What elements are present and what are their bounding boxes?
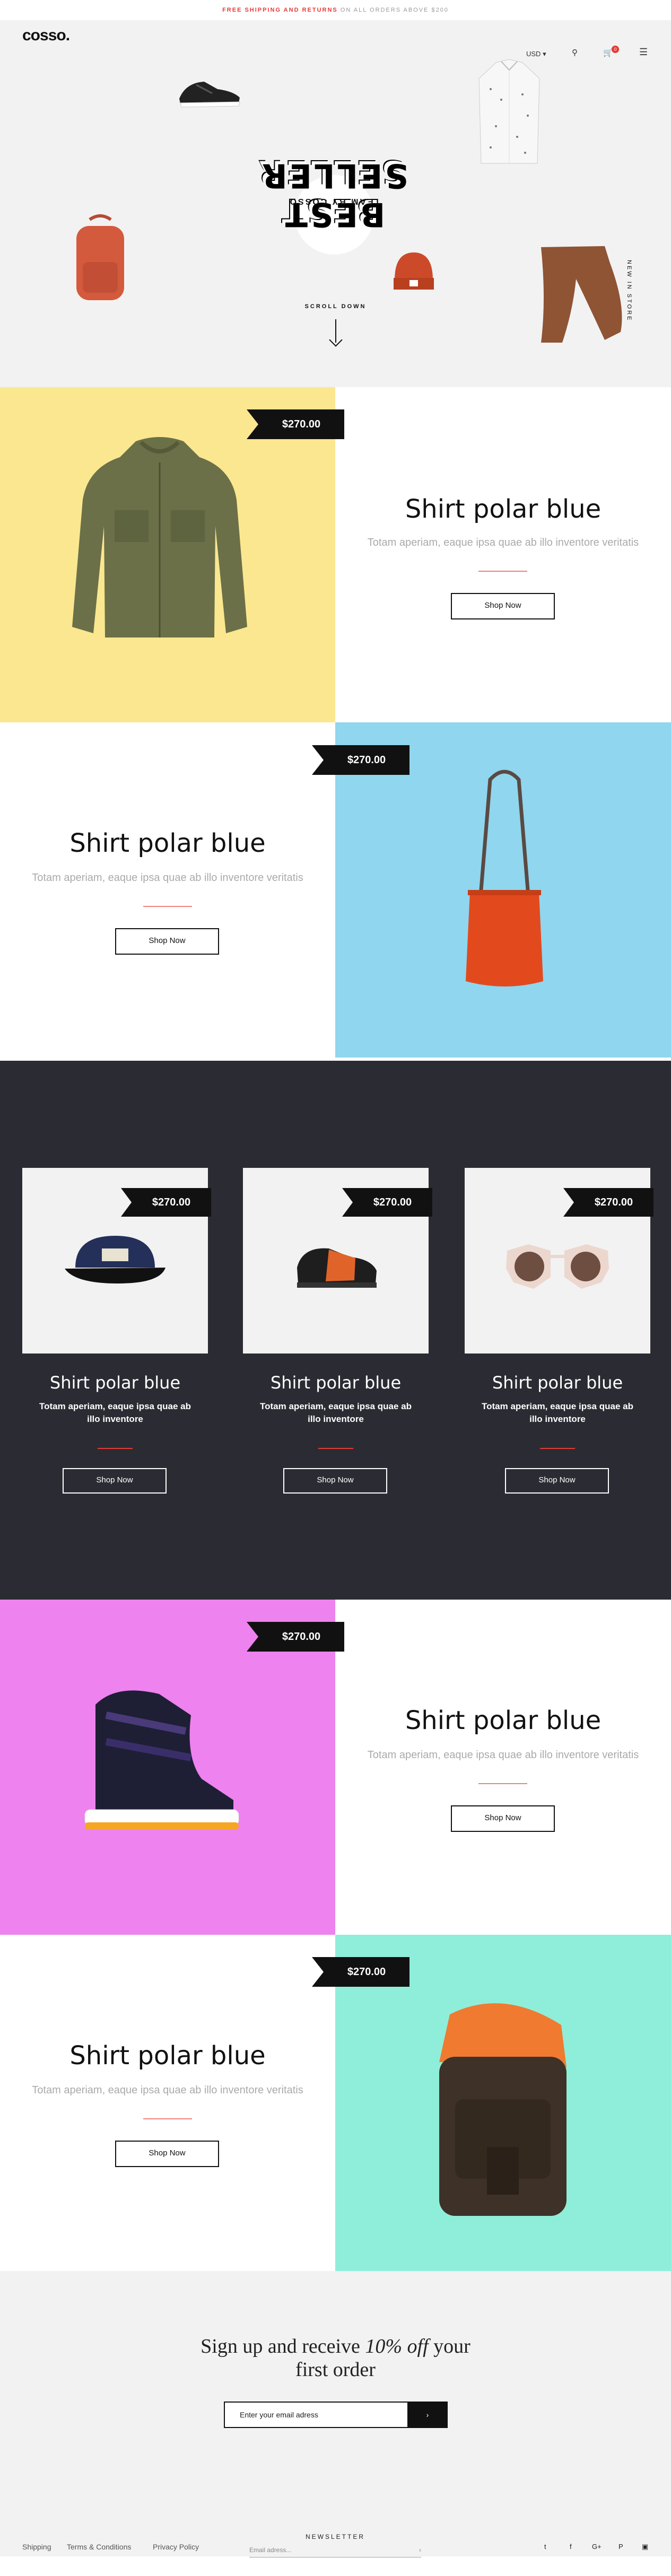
- jacket-image: [72, 437, 247, 638]
- divider: [98, 1448, 133, 1449]
- bucket-bag-image: [466, 770, 543, 986]
- divider: [318, 1448, 353, 1449]
- product-title: Shirt polar blue: [405, 494, 602, 524]
- hero-title: BEST SELLER: [259, 156, 409, 234]
- twitter-icon[interactable]: t: [544, 2543, 546, 2551]
- shirt-image[interactable]: [475, 57, 544, 169]
- product-title: Shirt polar blue: [69, 2041, 266, 2071]
- newsletter-title-part: Sign up and receive: [201, 2335, 365, 2357]
- product-title: Shirt polar blue: [69, 828, 266, 858]
- subscribe-button[interactable]: ›: [407, 2402, 448, 2428]
- shop-now-button[interactable]: Shop Now: [505, 1468, 609, 1494]
- newsletter-title: Sign up and receive 10% off your: [0, 2335, 671, 2358]
- shoe-image: [297, 1248, 377, 1288]
- product-card-3-description: Totam aperiam, eaque ipsa quae ab illo i…: [482, 1401, 633, 1424]
- hero-subtitle: TEAM BY COSSO: [288, 197, 380, 206]
- price-tag: $270.00: [312, 1957, 409, 1987]
- product-description: Totam aperiam, eaque ipsa quae ab illo i…: [367, 1749, 639, 1761]
- announcement-highlight: FREE SHIPPING AND RETURNS: [222, 7, 338, 13]
- product-panel-3-info: Shirt polar blue Totam aperiam, eaque ip…: [335, 1600, 671, 1935]
- price-tag: $270.00: [312, 745, 409, 775]
- product-card-1-title: Shirt polar blue: [49, 1373, 181, 1393]
- product-title: Shirt polar blue: [405, 1706, 602, 1735]
- orange-backpack-image[interactable]: [71, 214, 129, 304]
- divider: [540, 1448, 575, 1449]
- product-description: Totam aperiam, eaque ipsa quae ab illo i…: [367, 537, 639, 548]
- pants-image[interactable]: [525, 242, 631, 348]
- footer-link-terms[interactable]: Terms & Conditions: [67, 2543, 131, 2551]
- price-tag: $270.00: [342, 1188, 432, 1217]
- product-panel-2-info: Shirt polar blue Totam aperiam, eaque ip…: [0, 722, 335, 1058]
- price-tag: $270.00: [247, 409, 344, 439]
- logo[interactable]: cosso.: [22, 27, 70, 45]
- googleplus-icon[interactable]: G+: [592, 2543, 602, 2551]
- product-card-1-description: Totam aperiam, eaque ipsa quae ab illo i…: [39, 1401, 191, 1424]
- backpack-image: [439, 2003, 567, 2216]
- email-input[interactable]: Enter your email adress: [224, 2402, 408, 2428]
- divider: [478, 571, 527, 572]
- footer-newsletter-label: NEWSLETTER: [305, 2533, 365, 2540]
- facebook-icon[interactable]: f: [570, 2543, 572, 2551]
- divider: [143, 906, 192, 907]
- product-panel-1-info: Shirt polar blue Totam aperiam, eaque ip…: [335, 387, 671, 722]
- search-icon[interactable]: ⚲: [572, 48, 578, 57]
- announcement-bar: FREE SHIPPING AND RETURNS ON ALL ORDERS …: [0, 0, 671, 20]
- sandal-image: [84, 1690, 239, 1830]
- newsletter-discount: 10% off: [365, 2335, 429, 2357]
- price-tag: $270.00: [563, 1188, 653, 1217]
- newsletter-subtitle: first order: [295, 2359, 376, 2381]
- instagram-icon[interactable]: ▣: [642, 2543, 648, 2551]
- price-tag: $270.00: [121, 1188, 211, 1217]
- product-description: Totam aperiam, eaque ipsa quae ab illo i…: [32, 872, 303, 884]
- pinterest-icon[interactable]: P: [618, 2543, 623, 2551]
- sneaker-image[interactable]: [175, 73, 244, 110]
- footer-link-privacy[interactable]: Privacy Policy: [153, 2543, 199, 2551]
- shop-now-button[interactable]: Shop Now: [451, 593, 555, 619]
- sunglasses-image: [506, 1244, 609, 1289]
- product-card-3-title: Shirt polar blue: [492, 1373, 623, 1393]
- shop-now-button[interactable]: Shop Now: [451, 1805, 555, 1832]
- product-card-2-description: Totam aperiam, eaque ipsa quae ab illo i…: [260, 1401, 412, 1424]
- shop-now-button[interactable]: Shop Now: [283, 1468, 387, 1494]
- price-tag: $270.00: [247, 1622, 344, 1652]
- newsletter-title-part: your: [428, 2335, 470, 2357]
- announcement-text: ON ALL ORDERS ABOVE $200: [337, 7, 449, 13]
- side-vertical-label[interactable]: NEW IN STORE: [626, 260, 632, 321]
- product-description: Totam aperiam, eaque ipsa quae ab illo i…: [32, 2084, 303, 2096]
- cap-image: [65, 1236, 165, 1283]
- footer-link-shipping[interactable]: Shipping: [22, 2543, 51, 2551]
- shop-now-button[interactable]: Shop Now: [63, 1468, 167, 1494]
- footer-email-input[interactable]: Email adress... ›: [249, 2543, 421, 2557]
- currency-value: USD: [526, 50, 541, 58]
- footer-submit-icon[interactable]: ›: [419, 2543, 421, 2557]
- beanie-image[interactable]: [390, 248, 437, 295]
- footer: [0, 2556, 671, 2576]
- product-panel-4-info: Shirt polar blue Totam aperiam, eaque ip…: [0, 1935, 335, 2271]
- divider: [478, 1783, 527, 1784]
- cart-count-badge: 0: [612, 46, 619, 53]
- footer-email-placeholder: Email adress...: [249, 2546, 292, 2554]
- shop-now-button[interactable]: Shop Now: [115, 2141, 219, 2167]
- product-card-2-title: Shirt polar blue: [270, 1373, 402, 1393]
- menu-icon[interactable]: ☰: [639, 47, 648, 58]
- divider: [143, 2118, 192, 2119]
- scroll-down-label[interactable]: SCROLL DOWN: [300, 303, 371, 310]
- shop-now-button[interactable]: Shop Now: [115, 928, 219, 955]
